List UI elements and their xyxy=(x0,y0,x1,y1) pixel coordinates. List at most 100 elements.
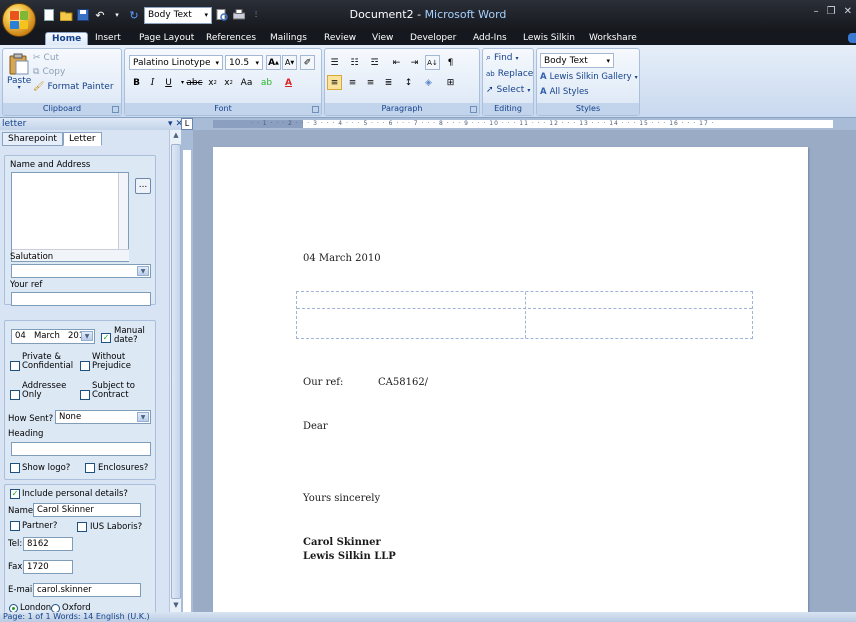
format-painter-button[interactable]: 🖌 Format Painter xyxy=(33,82,114,92)
align-right-icon[interactable]: ≡ xyxy=(363,75,378,90)
tab-sharepoint[interactable]: Sharepoint xyxy=(2,132,63,146)
font-size-combo[interactable]: 10.5 ▾ xyxy=(225,55,263,70)
replace-button[interactable]: ab Replace xyxy=(486,69,533,79)
email-field[interactable]: carol.skinner xyxy=(33,583,141,597)
increase-indent-icon[interactable]: ⇥ xyxy=(407,55,422,70)
numbering-icon[interactable]: ☷ xyxy=(347,55,362,70)
italic-button[interactable]: I xyxy=(145,75,160,90)
cut-button[interactable]: ✂ Cut xyxy=(33,53,59,63)
redo-icon[interactable]: ↻ xyxy=(127,8,141,22)
tab-mailings[interactable]: Mailings xyxy=(264,32,313,46)
help-icon[interactable] xyxy=(848,33,856,43)
tel-field[interactable]: 8162 xyxy=(23,537,73,551)
tab-developer[interactable]: Developer xyxy=(404,32,462,46)
addressee-only-checkbox[interactable] xyxy=(10,390,20,400)
all-styles-button[interactable]: A All Styles xyxy=(540,87,589,97)
how-sent-select[interactable]: None ▼ xyxy=(55,410,151,424)
include-personal-checkbox[interactable]: ✓ xyxy=(10,489,20,499)
open-folder-icon[interactable] xyxy=(59,8,73,22)
new-document-icon[interactable] xyxy=(42,8,56,22)
tab-references[interactable]: References xyxy=(200,32,262,46)
align-center-icon[interactable]: ≡ xyxy=(345,75,360,90)
manual-date-checkbox[interactable]: ✓ xyxy=(101,333,111,343)
style-combo[interactable]: Body Text ▾ xyxy=(540,53,614,68)
tab-lewis-silkin[interactable]: Lewis Silkin xyxy=(517,32,581,46)
font-name-combo[interactable]: Palatino Linotype ▾ xyxy=(129,55,223,70)
strikethrough-button[interactable]: abc xyxy=(186,75,202,90)
clipboard-launcher-icon[interactable] xyxy=(112,106,119,113)
underline-button[interactable]: U xyxy=(161,75,176,90)
oxford-radio[interactable] xyxy=(51,604,60,612)
find-button[interactable]: ⌕ Find ▾ xyxy=(486,53,519,63)
scroll-down-icon[interactable]: ▼ xyxy=(171,601,181,611)
tab-workshare[interactable]: Workshare xyxy=(583,32,643,46)
justify-icon[interactable]: ≣ xyxy=(381,75,396,90)
line-spacing-icon[interactable]: ↕ xyxy=(401,75,416,90)
pane-scrollbar[interactable]: ▲ ▼ xyxy=(169,130,181,612)
partner-checkbox[interactable] xyxy=(10,521,20,531)
tab-stop-selector[interactable]: L xyxy=(181,118,193,130)
tab-review[interactable]: Review xyxy=(318,32,362,46)
document-page[interactable]: 04 March 2010 Our ref: CA58162/ Dear You… xyxy=(213,147,808,612)
scroll-up-icon[interactable]: ▲ xyxy=(171,131,181,141)
show-marks-icon[interactable]: ¶ xyxy=(443,55,458,70)
change-case-button[interactable]: Aa xyxy=(239,75,254,90)
tab-view[interactable]: View xyxy=(366,32,399,46)
pane-options-icon[interactable]: ▾ xyxy=(168,119,173,129)
tab-letter[interactable]: Letter xyxy=(62,132,102,146)
paragraph-launcher-icon[interactable] xyxy=(470,106,477,113)
undo-icon[interactable]: ↶ xyxy=(93,8,107,22)
name-field[interactable]: Carol Skinner xyxy=(33,503,141,517)
tab-page-layout[interactable]: Page Layout xyxy=(133,32,200,46)
highlight-color-icon[interactable]: ab xyxy=(259,75,274,90)
address-vertical-scrollbar[interactable] xyxy=(118,173,128,249)
undo-dropdown-icon[interactable]: ▾ xyxy=(110,8,124,22)
minimize-icon[interactable]: – xyxy=(814,6,819,17)
superscript-button[interactable]: x2 xyxy=(221,75,236,90)
ius-laboris-checkbox[interactable] xyxy=(77,522,87,532)
tab-add-ins[interactable]: Add-Ins xyxy=(467,32,513,46)
quick-print-icon[interactable] xyxy=(232,8,246,22)
tab-insert[interactable]: Insert xyxy=(89,32,127,46)
date-picker[interactable]: 04 March 2010 ▼ xyxy=(11,329,95,344)
qat-style-combo[interactable]: Body Text ▾ xyxy=(144,6,212,24)
tab-home[interactable]: Home xyxy=(45,32,89,46)
lewis-silkin-gallery-button[interactable]: A Lewis Silkin Gallery ▾ xyxy=(540,72,638,82)
browse-address-button[interactable]: ... xyxy=(135,178,151,194)
clear-formatting-icon[interactable]: ✐ xyxy=(300,55,315,70)
align-left-icon[interactable]: ≡ xyxy=(327,75,342,90)
your-ref-field[interactable] xyxy=(11,292,151,306)
select-button[interactable]: ➚ Select ▾ xyxy=(486,85,530,95)
salutation-select[interactable]: ▼ xyxy=(11,264,151,278)
heading-field[interactable] xyxy=(11,442,151,456)
shrink-font-button[interactable]: A ▼ xyxy=(282,55,297,70)
borders-icon[interactable]: ⊞ xyxy=(443,75,458,90)
office-button[interactable] xyxy=(2,3,36,37)
grow-font-button[interactable]: A ▲ xyxy=(266,55,281,70)
paste-button[interactable]: Paste ▾ xyxy=(7,53,31,91)
private-confidential-checkbox[interactable] xyxy=(10,361,20,371)
pane-scroll-thumb[interactable] xyxy=(171,144,181,599)
font-color-icon[interactable]: A xyxy=(281,75,296,90)
decrease-indent-icon[interactable]: ⇤ xyxy=(389,55,404,70)
fax-field[interactable]: 1720 xyxy=(23,560,73,574)
font-launcher-icon[interactable] xyxy=(312,106,319,113)
enclosures-checkbox[interactable] xyxy=(85,463,95,473)
without-prejudice-checkbox[interactable] xyxy=(80,361,90,371)
bullets-icon[interactable]: ☰ xyxy=(327,55,342,70)
customize-toolbar-icon[interactable]: ⫶ xyxy=(249,8,263,22)
print-preview-icon[interactable] xyxy=(215,8,229,22)
copy-button[interactable]: ⧉ Copy xyxy=(33,67,65,77)
multilevel-list-icon[interactable]: ☲ xyxy=(367,55,382,70)
shading-icon[interactable]: ◈ xyxy=(421,75,436,90)
address-table[interactable] xyxy=(296,291,753,339)
name-address-field[interactable] xyxy=(11,172,129,262)
close-icon[interactable]: ✕ xyxy=(844,6,852,17)
save-icon[interactable] xyxy=(76,8,90,22)
subject-to-contract-checkbox[interactable] xyxy=(80,390,90,400)
show-logo-checkbox[interactable] xyxy=(10,463,20,473)
bold-button[interactable]: B xyxy=(129,75,144,90)
london-radio[interactable] xyxy=(9,604,18,612)
restore-icon[interactable]: ❐ xyxy=(827,6,836,17)
subscript-button[interactable]: x2 xyxy=(205,75,220,90)
